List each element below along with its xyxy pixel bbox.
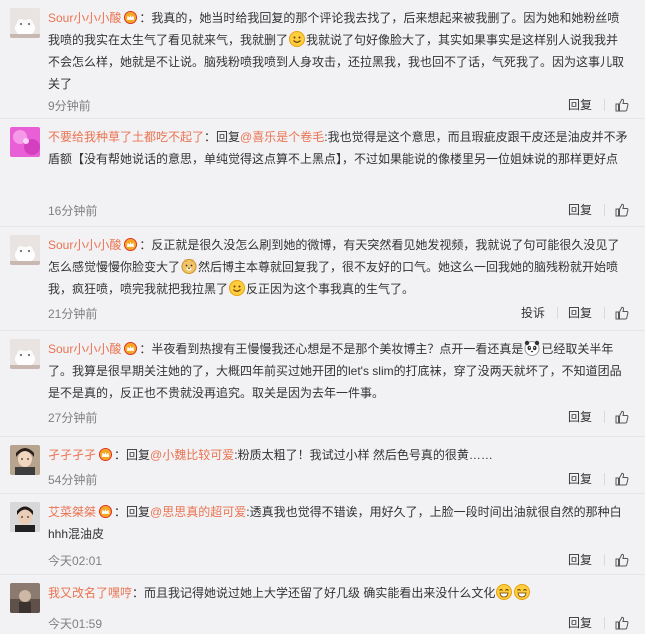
panda-emoji xyxy=(524,340,540,356)
avatar[interactable] xyxy=(10,502,40,532)
comment-item: Sour小小小酸 ：半夜看到热搜有王慢慢我还心想是不是那个美妆博主？点开一看还真是… xyxy=(0,331,645,437)
reply-button[interactable]: 回复 xyxy=(568,470,592,487)
comment-actions: 回复 xyxy=(568,408,629,425)
comment-actions: 投诉 回复 xyxy=(521,304,629,321)
comment-item: Sour小小小酸 ：反正就是很久没怎么刷到她的微博，有天突然看见她发视频，我就说了… xyxy=(0,227,645,331)
comment-time: 16分钟前 xyxy=(48,204,98,218)
grin-emoji xyxy=(514,584,531,600)
divider xyxy=(604,472,605,485)
mention-link[interactable]: @小魏比较可爱 xyxy=(150,448,234,462)
comment-body: Sour小小小酸 ：半夜看到热搜有王慢慢我还心想是不是那个美妆博主？点开一看还真是… xyxy=(48,340,622,400)
report-button[interactable]: 投诉 xyxy=(521,304,545,321)
comment-time: 21分钟前 xyxy=(48,307,98,321)
comment-body: Sour小小小酸 ：我真的，她当时给我回复的那个评论我去找了，后来想起来被我删了。… xyxy=(48,11,625,91)
comment-time: 54分钟前 xyxy=(48,473,98,487)
smile-emoji xyxy=(229,280,246,296)
reply-button[interactable]: 回复 xyxy=(568,408,592,425)
thumbs-up-icon[interactable] xyxy=(615,553,629,567)
comment-actions: 回复 xyxy=(568,96,629,113)
comment-actions: 回复 xyxy=(568,551,629,568)
reply-prefix: 回复 xyxy=(216,130,241,144)
comment-body: Sour小小小酸 ：反正就是很久没怎么刷到她的微博，有天突然看见她发视频，我就说了… xyxy=(48,238,620,296)
thumbs-up-icon[interactable] xyxy=(615,306,629,320)
comment-time: 9分钟前 xyxy=(48,99,91,113)
comment-time: 今天01:59 xyxy=(48,617,103,631)
comment-item: 不要给我种草了土都吃不起了：回复@喜乐是个卷毛:我也觉得是这个意思，而且瑕疵皮跟… xyxy=(0,119,645,227)
comment-text: 半夜看到热搜有王慢慢我还心想是不是那个美妆博主？点开一看还真是 xyxy=(151,342,524,356)
thumbs-up-icon[interactable] xyxy=(615,410,629,424)
comment-time: 27分钟前 xyxy=(48,411,98,425)
username-link[interactable]: 艾菜桀桀 xyxy=(48,505,96,519)
comment-body: 孑孑孑孑 ：回复@小魏比较可爱:粉质太粗了！我试过小样 然后色号真的很黄…… xyxy=(48,448,493,462)
comment-text: 而且我记得她说过她上大学还留了好几级 确实能看出来没什么文化 xyxy=(144,586,496,600)
doge-emoji xyxy=(181,259,197,274)
comment-text: :粉质太粗了！我试过小样 然后色号真的很黄…… xyxy=(234,448,493,462)
reply-button[interactable]: 回复 xyxy=(568,201,592,218)
reply-button[interactable]: 回复 xyxy=(568,96,592,113)
comment-item: 孑孑孑孑 ：回复@小魏比较可爱:粉质太粗了！我试过小样 然后色号真的很黄…… 54… xyxy=(0,437,645,494)
thumbs-up-icon[interactable] xyxy=(615,98,629,112)
vip-crown-icon xyxy=(124,11,138,24)
reply-button[interactable]: 回复 xyxy=(568,304,592,321)
avatar[interactable] xyxy=(10,339,40,369)
divider xyxy=(556,306,558,319)
comment-actions: 回复 xyxy=(568,614,629,631)
username-link[interactable]: Sour小小小酸 xyxy=(48,342,121,356)
username-link[interactable]: 孑孑孑孑 xyxy=(48,448,96,462)
vip-crown-icon xyxy=(124,342,138,355)
divider xyxy=(604,410,605,423)
avatar[interactable] xyxy=(10,445,40,475)
mention-link[interactable]: @喜乐是个卷毛 xyxy=(240,130,324,144)
username-link[interactable]: 不要给我种草了土都吃不起了 xyxy=(48,130,204,144)
avatar[interactable] xyxy=(10,8,40,38)
divider xyxy=(604,306,605,319)
reply-button[interactable]: 回复 xyxy=(568,551,592,568)
comment-list: Sour小小小酸 ：我真的，她当时给我回复的那个评论我去找了，后来想起来被我删了。… xyxy=(0,0,645,634)
comment-item: Sour小小小酸 ：我真的，她当时给我回复的那个评论我去找了，后来想起来被我删了。… xyxy=(0,0,645,119)
thumbs-up-icon[interactable] xyxy=(615,203,629,217)
divider xyxy=(604,616,605,629)
reply-prefix: 回复 xyxy=(126,505,151,519)
comment-body: 艾菜桀桀 ：回复@思思真的超可爱:透真我也觉得不错诶，用好久了，上脸一段时间出油就… xyxy=(48,505,622,541)
vip-crown-icon xyxy=(124,238,138,251)
avatar[interactable] xyxy=(10,127,40,157)
username-link[interactable]: Sour小小小酸 xyxy=(48,238,121,252)
comment-actions: 回复 xyxy=(568,470,629,487)
comment-body: 我又改名了嘿哼：而且我记得她说过她上大学还留了好几级 确实能看出来没什么文化 xyxy=(48,582,629,604)
avatar[interactable] xyxy=(10,235,40,265)
divider xyxy=(604,553,605,566)
comment-actions: 回复 xyxy=(568,201,629,218)
avatar[interactable] xyxy=(10,583,40,613)
thumbs-up-icon[interactable] xyxy=(615,616,629,630)
vip-crown-icon xyxy=(99,448,113,461)
divider xyxy=(604,203,605,216)
vip-crown-icon xyxy=(99,505,113,518)
reply-prefix: 回复 xyxy=(126,448,151,462)
comment-text: 反正因为这个事我真的生气了。 xyxy=(246,282,415,296)
grin-emoji xyxy=(496,584,513,600)
thumbs-up-icon[interactable] xyxy=(615,472,629,486)
divider xyxy=(604,98,605,111)
comment-item: 我又改名了嘿哼：而且我记得她说过她上大学还留了好几级 确实能看出来没什么文化 今… xyxy=(0,575,645,634)
reply-button[interactable]: 回复 xyxy=(568,614,592,631)
smile-emoji xyxy=(289,31,306,47)
comment-item: 艾菜桀桀 ：回复@思思真的超可爱:透真我也觉得不错诶，用好久了，上脸一段时间出油就… xyxy=(0,494,645,575)
mention-link[interactable]: @思思真的超可爱 xyxy=(150,505,246,519)
comment-body: 不要给我种草了土都吃不起了：回复@喜乐是个卷毛:我也觉得是这个意思，而且瑕疵皮跟… xyxy=(48,130,628,166)
username-link[interactable]: 我又改名了嘿哼 xyxy=(48,586,132,600)
comment-time: 今天02:01 xyxy=(48,554,103,568)
username-link[interactable]: Sour小小小酸 xyxy=(48,11,121,25)
